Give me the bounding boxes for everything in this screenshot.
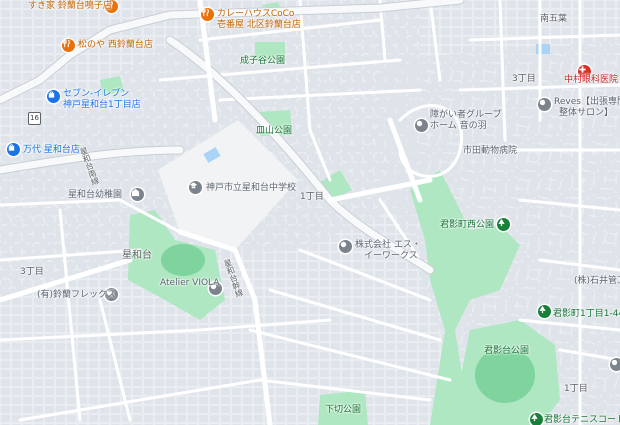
sv-works-pin-building-icon[interactable] — [339, 240, 352, 253]
kagemachi-144-park-pin-tree-icon[interactable] — [538, 305, 551, 318]
group-home-label-line2[interactable]: ホーム 音の羽 — [430, 121, 487, 132]
atelier-label[interactable]: Atelier VIOLA — [160, 278, 219, 289]
seven-eleven-pin-shopping-bag-icon[interactable] — [47, 90, 60, 103]
kimikage-park-label[interactable]: 君影台公園 — [484, 346, 529, 357]
school-label[interactable]: 神戸市立星和台中学校 — [206, 183, 296, 194]
cocoichi-label-line1[interactable]: カレーハウスCoCo — [217, 9, 294, 20]
seven-eleven-label-line2[interactable]: 神戸星和台1丁目店 — [63, 100, 141, 111]
ichome-district-label: 1丁目 — [300, 192, 324, 202]
route-shield-icon: 16 — [28, 112, 41, 125]
water-pond — [536, 44, 550, 54]
flex-label[interactable]: (有)鈴蘭フレックス — [37, 290, 116, 301]
seiwadai-pond-green — [161, 244, 205, 276]
kindergarten-pin-building-icon[interactable] — [131, 188, 144, 201]
kagemachi-west-park-pin-tree-icon[interactable] — [497, 218, 510, 231]
sanchome-left-district-label: 3丁目 — [20, 267, 44, 277]
kindergarten-label[interactable]: 星和台幼稚園 — [68, 190, 122, 201]
kabu-ishii-label[interactable]: (株)石井管工 — [574, 276, 620, 287]
ichida-vet-label[interactable]: 市田動物病院 — [463, 146, 517, 157]
mandai-label[interactable]: 万代 星和台店 — [23, 145, 80, 156]
kagemachi-144-park-label[interactable]: 君影町1丁目1-44公園 — [553, 309, 620, 320]
naruko-park-label[interactable]: 成子谷公園 — [240, 56, 285, 67]
tennis-court-pin-tree-icon[interactable] — [530, 413, 543, 425]
reves-label-line1[interactable]: Reves【出張専門 — [554, 97, 620, 108]
group-home-pin-building-icon[interactable] — [415, 119, 428, 132]
sayama-park-label[interactable]: 皿山公園 — [256, 126, 292, 137]
edge-pin-building-icon[interactable] — [610, 358, 620, 371]
kagemachi-west-park-label[interactable]: 君影町西公園 — [440, 220, 494, 231]
matsunoya-pin-restaurant-icon[interactable] — [62, 39, 75, 52]
reves-pin-building-icon[interactable] — [538, 98, 551, 111]
seven-eleven-label-line1[interactable]: セブン-イレブン — [63, 89, 129, 100]
group-home-label-line1[interactable]: 障がい者グループ — [430, 110, 501, 121]
map-base-layer — [0, 0, 620, 425]
map-canvas[interactable]: 16 すき家 鈴蘭台鳴子店 カレーハウスCoCo 壱番屋 北区鈴蘭台店 松のや … — [0, 0, 620, 425]
sanchome-right-district-label: 3丁目 — [512, 74, 536, 84]
seiwadai-district-label: 星和台 — [122, 250, 152, 261]
nakamura-clinic-label[interactable]: 中村眼科医院 — [564, 75, 618, 86]
minamigoyo-district-label: 南五葉 — [540, 14, 568, 24]
school-pin-school-icon[interactable] — [189, 181, 202, 194]
mandai-pin-shopping-bag-icon[interactable] — [7, 143, 20, 156]
cocoichi-pin-restaurant-icon[interactable] — [201, 8, 214, 21]
tennis-court-label[interactable]: 君影台テニスコート — [544, 415, 620, 425]
shimokiri-park-label[interactable]: 下切公園 — [325, 405, 361, 416]
ichome-right-district-label: 1丁目 — [564, 384, 588, 394]
reves-label-line2[interactable]: 整体サロン】 — [559, 108, 613, 119]
matsunoya-label[interactable]: 松のや 西鈴蘭台店 — [78, 40, 153, 51]
cocoichi-label-line2[interactable]: 壱番屋 北区鈴蘭台店 — [217, 20, 301, 31]
sv-works-label-line2[interactable]: イーワークス — [364, 251, 418, 262]
sv-works-label-line1[interactable]: 株式会社 エス・ — [355, 240, 421, 251]
sukiya-label[interactable]: すき家 鈴蘭台鳴子店 — [28, 1, 112, 12]
